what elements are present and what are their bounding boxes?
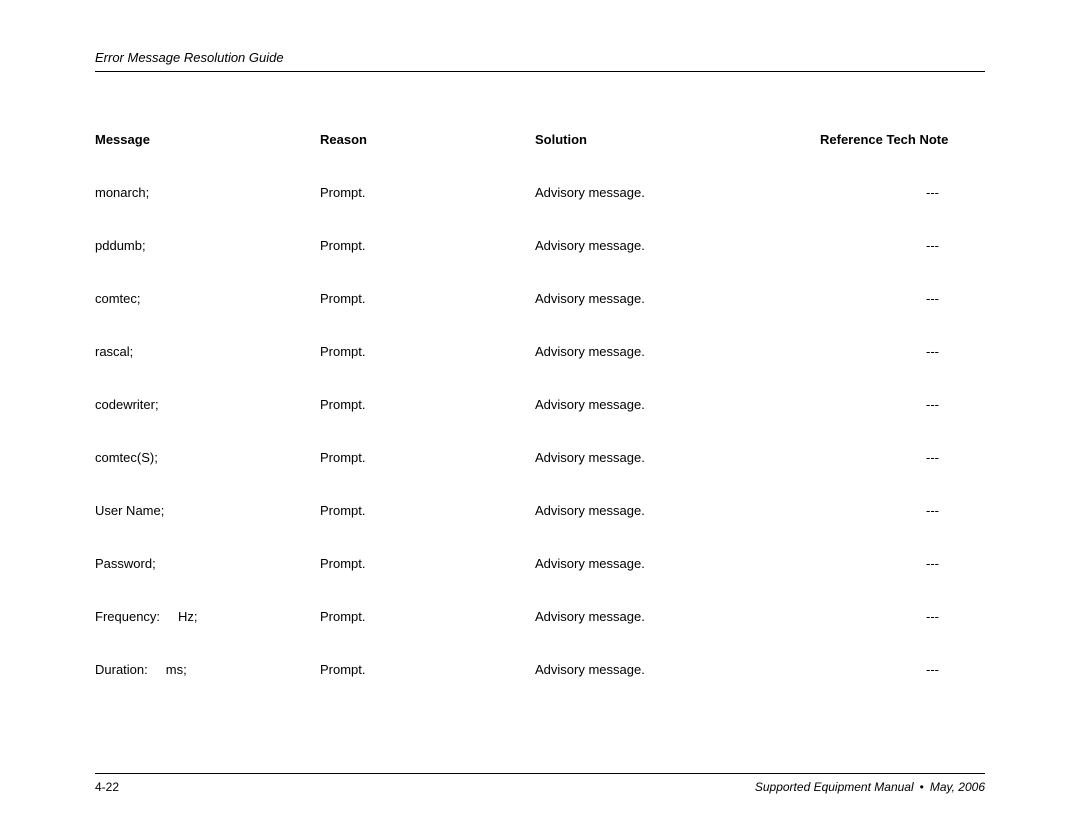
cell-message: Frequency: Hz;	[95, 609, 320, 624]
header-reference: Reference Tech Note	[820, 132, 985, 147]
cell-reason: Prompt.	[320, 238, 535, 253]
table-row: pddumb; Prompt.Advisory message.---	[95, 238, 985, 253]
table-row: codewriter; Prompt.Advisory message.---	[95, 397, 985, 412]
cell-message: User Name;	[95, 503, 320, 518]
table-row: Duration: ms; Prompt.Advisory message.---	[95, 662, 985, 677]
cell-message: comtec(S);	[95, 450, 320, 465]
cell-solution: Advisory message.	[535, 238, 820, 253]
cell-reference: ---	[820, 556, 985, 571]
cell-message: Duration: ms;	[95, 662, 320, 677]
cell-reference: ---	[820, 397, 985, 412]
table-row: User Name; Prompt.Advisory message.---	[95, 503, 985, 518]
cell-reason: Prompt.	[320, 185, 535, 200]
page-footer: 4-22 Supported Equipment Manual • May, 200…	[95, 773, 985, 794]
header-reason: Reason	[320, 132, 535, 147]
cell-reference: ---	[820, 291, 985, 306]
cell-message: Password;	[95, 556, 320, 571]
footer-page-number: 4-22	[95, 780, 119, 794]
cell-reference: ---	[820, 662, 985, 677]
cell-reference: ---	[820, 609, 985, 624]
header-message: Message	[95, 132, 320, 147]
header-solution: Solution	[535, 132, 820, 147]
cell-solution: Advisory message.	[535, 662, 820, 677]
message-text-2: Hz;	[178, 609, 198, 624]
cell-reason: Prompt.	[320, 556, 535, 571]
cell-solution: Advisory message.	[535, 503, 820, 518]
cell-solution: Advisory message.	[535, 344, 820, 359]
message-text: comtec;	[95, 291, 141, 306]
message-text: Frequency:	[95, 609, 160, 624]
message-text: monarch;	[95, 185, 149, 200]
footer-date: May, 2006	[930, 780, 985, 794]
cell-reason: Prompt.	[320, 397, 535, 412]
table-row: Password; Prompt.Advisory message.---	[95, 556, 985, 571]
cell-message: comtec;	[95, 291, 320, 306]
message-text: User Name;	[95, 503, 164, 518]
cell-solution: Advisory message.	[535, 450, 820, 465]
cell-solution: Advisory message.	[535, 556, 820, 571]
error-table: Message Reason Solution Reference Tech N…	[95, 132, 985, 677]
cell-reference: ---	[820, 450, 985, 465]
cell-reason: Prompt.	[320, 503, 535, 518]
table-row: rascal; Prompt.Advisory message.---	[95, 344, 985, 359]
table-row: monarch; Prompt.Advisory message.---	[95, 185, 985, 200]
footer-manual: Supported Equipment Manual	[755, 780, 914, 794]
message-text: pddumb;	[95, 238, 146, 253]
cell-reference: ---	[820, 344, 985, 359]
cell-message: codewriter;	[95, 397, 320, 412]
table-row: comtec(S); Prompt.Advisory message.---	[95, 450, 985, 465]
cell-reason: Prompt.	[320, 450, 535, 465]
cell-solution: Advisory message.	[535, 397, 820, 412]
cell-message: rascal;	[95, 344, 320, 359]
cell-reason: Prompt.	[320, 609, 535, 624]
table-row: comtec; Prompt.Advisory message.---	[95, 291, 985, 306]
cell-reason: Prompt.	[320, 344, 535, 359]
cell-reference: ---	[820, 238, 985, 253]
message-text: codewriter;	[95, 397, 159, 412]
cell-solution: Advisory message.	[535, 185, 820, 200]
cell-message: monarch;	[95, 185, 320, 200]
message-text: Duration:	[95, 662, 148, 677]
message-text: rascal;	[95, 344, 133, 359]
footer-right: Supported Equipment Manual • May, 2006	[755, 780, 985, 794]
message-text: comtec(S);	[95, 450, 158, 465]
cell-solution: Advisory message.	[535, 609, 820, 624]
cell-reference: ---	[820, 503, 985, 518]
cell-message: pddumb;	[95, 238, 320, 253]
message-text-2: ms;	[166, 662, 187, 677]
bullet-icon: •	[920, 780, 924, 794]
cell-reference: ---	[820, 185, 985, 200]
table-body: monarch;Prompt.Advisory message.---pddum…	[95, 185, 985, 677]
table-row: Frequency: Hz; Prompt.Advisory message.---	[95, 609, 985, 624]
table-header-row: Message Reason Solution Reference Tech N…	[95, 132, 985, 147]
cell-reason: Prompt.	[320, 291, 535, 306]
page-header: Error Message Resolution Guide	[95, 50, 985, 72]
cell-reason: Prompt.	[320, 662, 535, 677]
header-title: Error Message Resolution Guide	[95, 50, 284, 65]
message-text: Password;	[95, 556, 156, 571]
cell-solution: Advisory message.	[535, 291, 820, 306]
